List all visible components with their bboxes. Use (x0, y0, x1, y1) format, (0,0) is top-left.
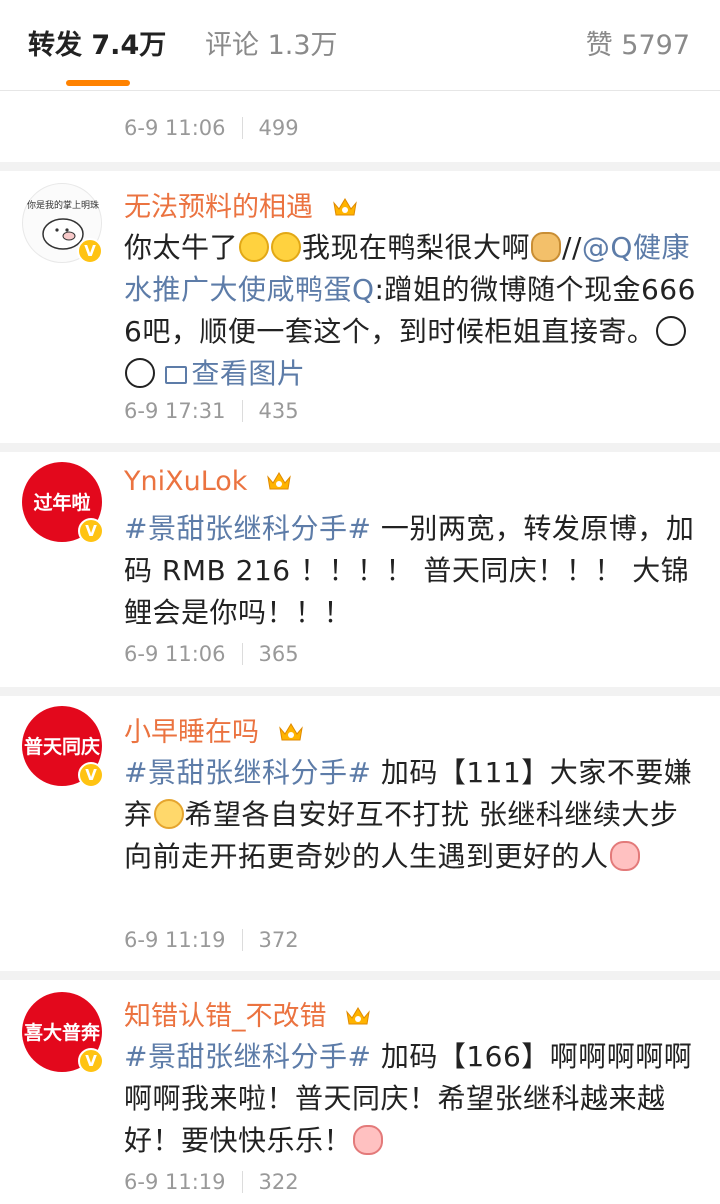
username[interactable]: 无法预料的相遇 (124, 192, 313, 223)
post-meta: 6-9 11:19 322 (124, 1170, 299, 1194)
laugh-cry-emoji (271, 232, 302, 262)
post-time: 6-9 11:06 (124, 116, 226, 140)
divider (0, 971, 720, 980)
verified-badge-icon: V (78, 1048, 104, 1074)
post-content: 你太牛了 我现在鸭梨很大啊//@Q健康水推广大使咸鸭蛋Q:蹭姐的微博随个现金666… (124, 231, 696, 390)
hashtag-link[interactable]: #景甜张继科分手# (124, 1040, 371, 1073)
avatar[interactable]: 喜大普奔 V (22, 992, 104, 1074)
avatar-text: 普天同庆 (23, 736, 100, 758)
divider (0, 687, 720, 696)
pig-emoji (353, 1125, 384, 1155)
mickey-emoji (656, 316, 687, 346)
username-link[interactable]: YniXuLok (124, 466, 292, 497)
post-like-count[interactable]: 372 (259, 928, 299, 952)
post-meta: 6-9 11:19 372 (124, 928, 299, 952)
post-time: 6-9 17:31 (124, 399, 226, 423)
tab-bar: 转发 7.4万 评论 1.3万 赞 5797 (0, 0, 720, 91)
post-meta: 6-9 11:06 365 (124, 642, 299, 666)
list-item: 你是我的掌上明珠 V 无法预料的相遇 你太牛了 我现在鸭梨很大啊//@Q健康水推广… (0, 171, 720, 443)
post-like-count[interactable]: 435 (259, 399, 299, 423)
post-time: 6-9 11:19 (124, 928, 226, 952)
post-meta: 6-9 11:06 499 (124, 116, 299, 140)
post-meta: 6-9 17:31 435 (124, 399, 299, 423)
username[interactable]: 小早睡在吗 (124, 717, 259, 748)
list-item: 普天同庆 V 小早睡在吗 #景甜张继科分手# 加码【111】大家不要嫌弃 希望各自… (0, 696, 720, 971)
crown-icon (332, 198, 357, 216)
avatar-text: 过年啦 (33, 492, 91, 514)
tab-repost[interactable]: 转发 7.4万 (28, 28, 166, 64)
post-like-count[interactable]: 499 (259, 116, 299, 140)
doge-emoji (531, 232, 562, 262)
tab-comment[interactable]: 评论 1.3万 (205, 28, 338, 64)
username-link[interactable]: 无法预料的相遇 (124, 185, 358, 224)
username[interactable]: 知错认错_不改错 (124, 1001, 327, 1032)
avatar-caption: 你是我的掌上明珠 (27, 199, 99, 211)
crown-icon (278, 723, 303, 741)
divider (0, 162, 720, 171)
verified-badge-icon: V (78, 518, 104, 544)
crown-icon (346, 1007, 370, 1025)
avatar[interactable]: 过年啦 V (22, 462, 104, 544)
active-tab-indicator (66, 80, 130, 86)
pig-emoji (609, 841, 640, 871)
mickey-emoji (125, 358, 155, 388)
post-like-count[interactable]: 365 (259, 642, 299, 666)
tab-like[interactable]: 赞 5797 (586, 28, 690, 64)
avatar-text: 喜大普奔 (23, 1022, 100, 1044)
crown-icon (267, 472, 291, 490)
list-item: 过年啦 V YniXuLok #景甜张继科分手# 一别两宽，转发原博，加码 RM… (0, 452, 720, 687)
view-pictures-link[interactable]: 查看图片 (165, 357, 305, 390)
verified-badge-icon: V (78, 762, 104, 788)
list-item: 6-9 11:06 499 (0, 90, 720, 162)
post-content: #景甜张继科分手# 加码【166】啊啊啊啊啊啊啊我来啦！普天同庆！希望张继科越来… (124, 1040, 693, 1157)
post-content: #景甜张继科分手# 加码【111】大家不要嫌弃 希望各自安好互不打扰 张继科继续大… (124, 756, 693, 873)
avatar[interactable]: 你是我的掌上明珠 V (22, 183, 103, 264)
picture-icon (165, 366, 188, 384)
laugh-cry-emoji (239, 232, 270, 262)
username-link[interactable]: 知错认错_不改错 (124, 994, 371, 1033)
divider (0, 443, 720, 452)
list-item: 喜大普奔 V 知错认错_不改错 #景甜张继科分手# 加码【166】啊啊啊啊啊啊啊… (0, 980, 720, 1204)
username-link[interactable]: 小早睡在吗 (124, 710, 304, 749)
post-like-count[interactable]: 322 (259, 1170, 299, 1194)
verified-badge-icon: V (77, 238, 103, 264)
post-time: 6-9 11:19 (124, 1170, 226, 1194)
username[interactable]: YniXuLok (124, 466, 247, 497)
hashtag-link[interactable]: #景甜张继科分手# (124, 756, 371, 789)
hug-emoji (153, 799, 184, 829)
hashtag-link[interactable]: #景甜张继科分手# (124, 512, 371, 545)
post-time: 6-9 11:06 (124, 642, 226, 666)
avatar[interactable]: 普天同庆 V (22, 706, 104, 788)
post-content: #景甜张继科分手# 一别两宽，转发原博，加码 RMB 216 ！！！！ 普天同庆… (124, 512, 695, 629)
